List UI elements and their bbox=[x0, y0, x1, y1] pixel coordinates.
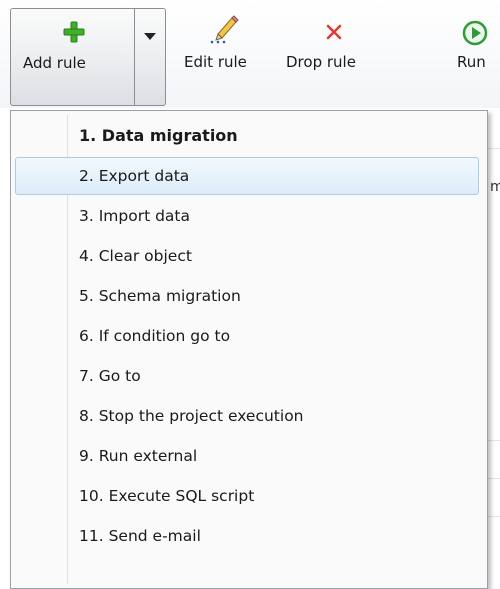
run-label: Run bbox=[457, 53, 486, 71]
drop-rule-button[interactable]: Drop rule bbox=[278, 8, 388, 106]
menu-item-schema-migration[interactable]: 5. Schema migration bbox=[15, 277, 479, 315]
add-rule-menu: 1. Data migration 2. Export data 3. Impo… bbox=[10, 110, 488, 589]
menu-item-go-to[interactable]: 7. Go to bbox=[15, 357, 479, 395]
add-rule-button[interactable]: Add rule bbox=[11, 9, 135, 105]
menu-item-run-external[interactable]: 9. Run external bbox=[15, 437, 479, 475]
menu-item-clear-object[interactable]: 4. Clear object bbox=[15, 237, 479, 275]
pencil-icon bbox=[210, 15, 239, 44]
edit-rule-label: Edit rule bbox=[184, 53, 247, 71]
background-row-divider bbox=[488, 148, 500, 149]
toolbar: Add rule Edit rule Drop rule Run bbox=[0, 0, 500, 108]
menu-item-data-migration[interactable]: 1. Data migration bbox=[15, 117, 479, 155]
menu-item-stop-project-execution[interactable]: 8. Stop the project execution bbox=[15, 397, 479, 435]
plus-icon bbox=[63, 21, 85, 43]
background-row-divider bbox=[488, 440, 500, 441]
menu-item-send-email[interactable]: 11. Send e-mail bbox=[15, 517, 479, 555]
background-row-divider bbox=[488, 478, 500, 479]
add-rule-split-button: Add rule bbox=[10, 8, 166, 106]
background-partial-text: m bbox=[490, 179, 500, 195]
background-row-divider bbox=[488, 516, 500, 517]
run-button[interactable]: Run bbox=[452, 8, 500, 106]
menu-item-execute-sql-script[interactable]: 10. Execute SQL script bbox=[15, 477, 479, 515]
menu-item-import-data[interactable]: 3. Import data bbox=[15, 197, 479, 235]
close-icon bbox=[326, 24, 342, 40]
dropdown-arrow-icon bbox=[144, 33, 156, 40]
add-rule-dropdown-button[interactable] bbox=[135, 9, 165, 105]
edit-rule-button[interactable]: Edit rule bbox=[176, 8, 272, 106]
menu-item-export-data[interactable]: 2. Export data bbox=[15, 157, 479, 195]
play-icon bbox=[462, 20, 488, 46]
drop-rule-label: Drop rule bbox=[286, 53, 356, 71]
menu-item-if-condition-go-to[interactable]: 6. If condition go to bbox=[15, 317, 479, 355]
add-rule-label: Add rule bbox=[23, 54, 86, 72]
